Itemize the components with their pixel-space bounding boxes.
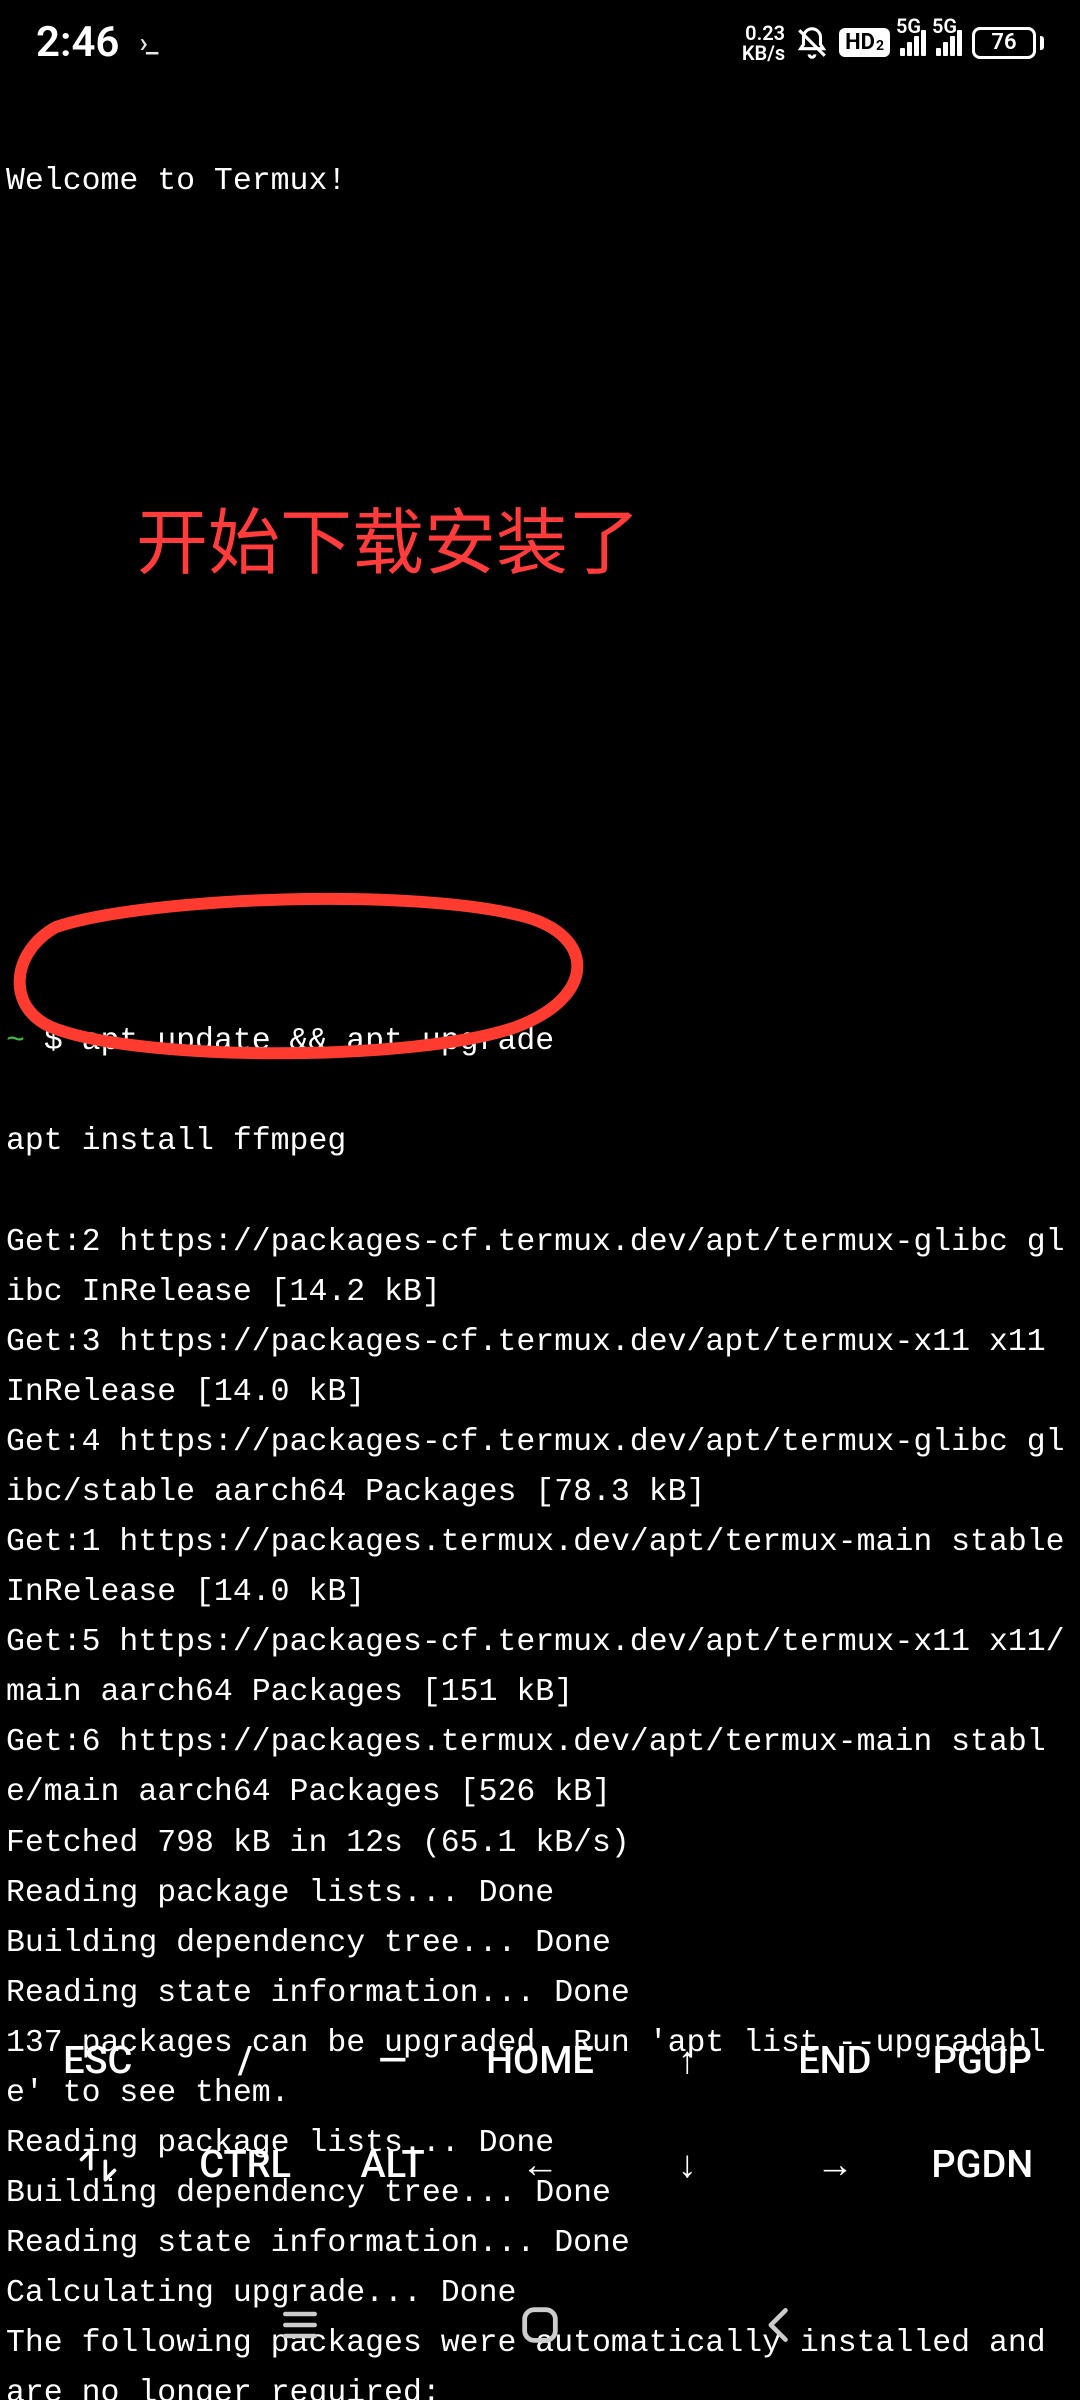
prompt-tilde: ~ [6, 1024, 25, 1059]
key-left[interactable]: ← [466, 2130, 613, 2200]
net-speed-value: 0.23 [745, 23, 785, 43]
key-down[interactable]: ↓ [614, 2130, 761, 2200]
key-alt[interactable]: ALT [319, 2130, 466, 2200]
hd-label: HD [845, 30, 875, 55]
signal-2-icon: 5G [936, 30, 962, 56]
key-up[interactable]: ↑ [614, 2026, 761, 2096]
nav-recent-button[interactable] [270, 2295, 330, 2355]
termux-indicator-icon: ›_ [139, 26, 156, 59]
battery-icon: 76 [972, 27, 1044, 59]
key-end[interactable]: END [761, 2026, 908, 2096]
key-pgdn[interactable]: PGDN [909, 2130, 1056, 2200]
terminal-welcome-line: Welcome to Termux! [6, 157, 1074, 207]
signal-1-label: 5G [896, 14, 921, 38]
key-esc[interactable]: ESC [24, 2026, 171, 2096]
key-slash[interactable]: / [171, 2026, 318, 2096]
status-bar: 2:46 ›_ 0.23 KB/s HD2 5G 5G [0, 0, 1080, 77]
terminal-line-2: apt install ffmpeg [6, 1117, 1074, 1167]
hd-badge-icon: HD2 [839, 28, 890, 57]
status-right: 0.23 KB/s HD2 5G 5G [742, 23, 1044, 63]
key-right[interactable]: → [761, 2130, 908, 2200]
key-home[interactable]: HOME [466, 2026, 613, 2096]
key-keyboard-toggle[interactable] [24, 2130, 171, 2200]
status-left: 2:46 ›_ [36, 18, 156, 67]
key-ctrl[interactable]: CTRL [171, 2130, 318, 2200]
battery-percent: 76 [975, 30, 1033, 55]
status-time: 2:46 [36, 18, 119, 67]
key-dash[interactable]: ― [319, 2026, 466, 2096]
terminal-command: apt update && apt upgrade [82, 1024, 555, 1059]
do-not-disturb-icon [795, 26, 829, 60]
network-speed-indicator: 0.23 KB/s [742, 23, 785, 63]
android-navigation-bar [0, 2250, 1080, 2400]
terminal-blank-area: 开始下载安装了 [6, 267, 1074, 967]
key-pgup[interactable]: PGUP [909, 2026, 1056, 2096]
extra-keys-bar: ESC / ― HOME ↑ END PGUP CTRL ALT ← ↓ → P… [0, 2006, 1080, 2230]
net-speed-unit: KB/s [742, 43, 785, 63]
terminal-prompt-line: ~ $ apt update && apt upgrade [6, 1017, 1074, 1067]
hd-sub: 2 [876, 38, 884, 54]
annotation-overlay-text: 开始下载安装了 [136, 487, 640, 601]
signal-1-icon: 5G [900, 30, 926, 56]
nav-home-button[interactable] [510, 2295, 570, 2355]
prompt-dollar: $ [44, 1024, 63, 1059]
signal-2-label: 5G [932, 14, 957, 38]
nav-back-button[interactable] [750, 2295, 810, 2355]
